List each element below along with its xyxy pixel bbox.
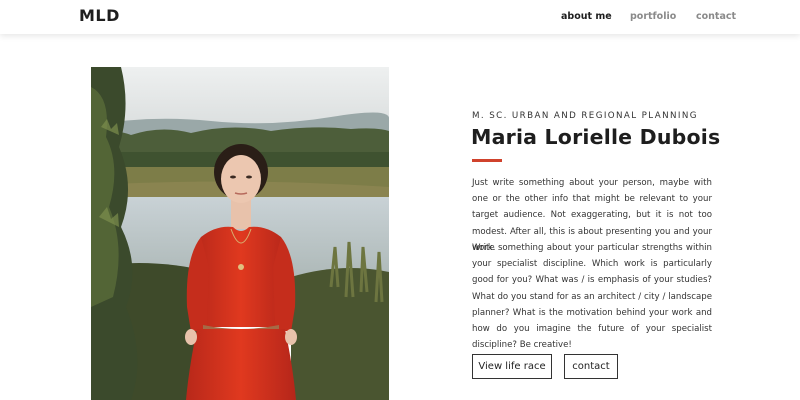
nav-link-portfolio[interactable]: portfolio — [630, 11, 676, 22]
brand-logo[interactable]: MLD — [79, 6, 120, 25]
profile-subtitle: M. SC. URBAN AND REGIONAL PLANNING — [472, 111, 698, 121]
nav-link-contact[interactable]: contact — [696, 11, 736, 22]
profile-photo — [91, 67, 389, 400]
contact-button[interactable]: contact — [564, 354, 618, 379]
accent-divider — [472, 159, 502, 162]
top-navbar: MLD about me portfolio contact — [0, 0, 800, 34]
about-paragraph-2: Write something about your particular st… — [472, 243, 712, 351]
profile-name: Maria Lorielle Dubois — [471, 125, 721, 149]
nav-link-about-me[interactable]: about me — [561, 11, 612, 22]
view-life-race-button[interactable]: View life race — [472, 354, 552, 379]
